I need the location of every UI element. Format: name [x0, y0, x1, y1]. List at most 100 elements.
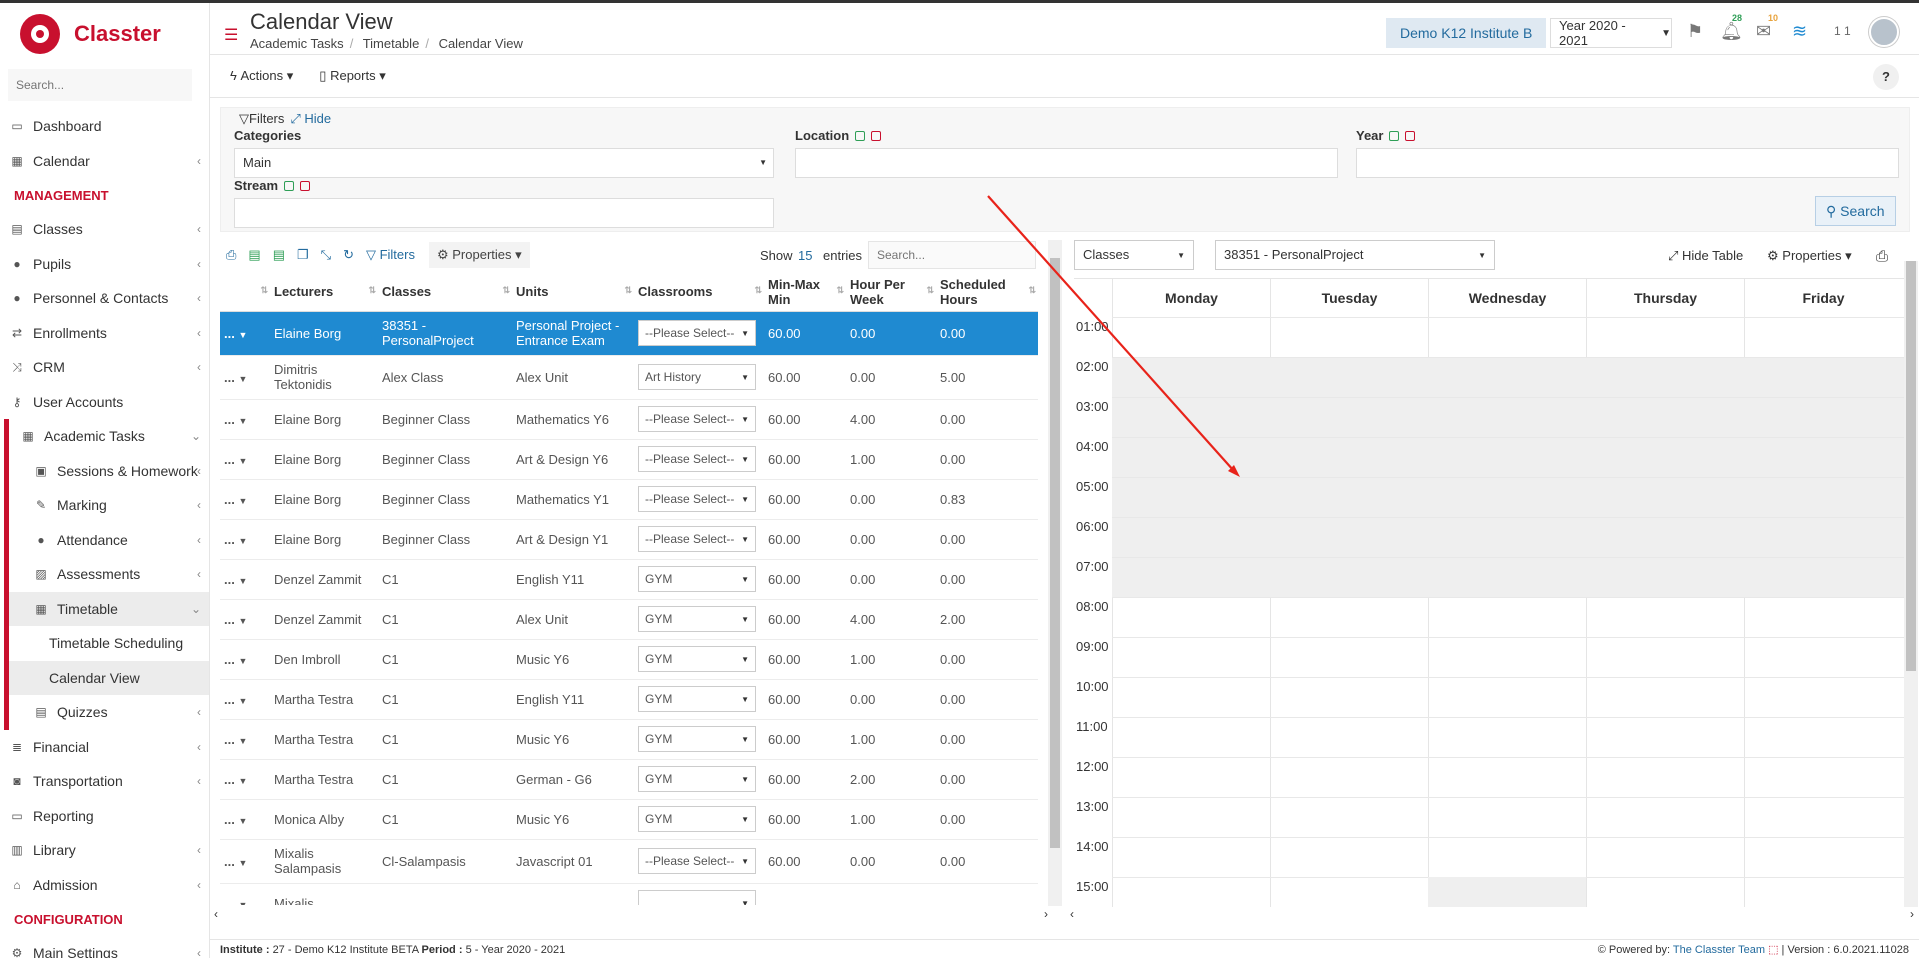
sidebar-item-assessments[interactable]: ▨ Assessments ‹ — [9, 557, 209, 592]
refresh-icon[interactable]: ↻ — [343, 247, 354, 263]
table-row[interactable]: ... ▼Martha TestraC1German - G6GYM 60.002… — [220, 759, 1038, 800]
sidebar-item-financial[interactable]: ≣ Financial ‹ — [0, 730, 209, 765]
row-actions[interactable]: ... ▼ — [220, 883, 270, 905]
row-actions[interactable]: ... ▼ — [220, 639, 270, 680]
check-all-icon[interactable] — [855, 131, 866, 141]
help-button[interactable]: ? — [1873, 64, 1899, 90]
row-actions[interactable]: ... ▼ — [220, 479, 270, 520]
hour-slot-row[interactable] — [1112, 717, 1904, 757]
sidebar-item-transportation[interactable]: ◙ Transportation ‹ — [0, 764, 209, 799]
classroom-select[interactable]: GYM — [638, 686, 756, 712]
hour-slot-row[interactable] — [1112, 317, 1904, 357]
classroom-select[interactable]: --Please Select-- — [638, 486, 756, 512]
uncheck-all-icon[interactable] — [871, 131, 882, 141]
hour-slot-row[interactable] — [1112, 797, 1904, 837]
hour-slot-row[interactable] — [1112, 437, 1904, 477]
check-all-icon[interactable] — [284, 181, 295, 191]
sidebar-item-enrollments[interactable]: ⇄ Enrollments ‹ — [0, 316, 209, 351]
caret-down-icon[interactable]: ▼ — [238, 416, 247, 426]
breadcrumb-item[interactable]: Academic Tasks — [250, 36, 344, 51]
sidebar-item-timetable-scheduling[interactable]: Timetable Scheduling — [9, 626, 209, 661]
table-properties-button[interactable]: ⚙ Properties ▾ — [428, 242, 530, 268]
row-actions[interactable]: ... ▼ — [220, 311, 270, 356]
classroom-select[interactable]: GYM — [638, 566, 756, 592]
table-row[interactable]: ... ▼Martha TestraC1Music Y6GYM 60.001.00… — [220, 719, 1038, 760]
sidebar-item-academic-tasks[interactable]: ▦ Academic Tasks ⌄ — [9, 419, 209, 454]
hour-slot-row[interactable] — [1112, 557, 1904, 597]
table-row[interactable]: ... ▼Monica AlbyC1Music Y6GYM 60.001.000.… — [220, 799, 1038, 840]
classroom-select[interactable]: GYM — [638, 726, 756, 752]
caret-down-icon[interactable]: ▼ — [238, 496, 247, 506]
table-row[interactable]: ... ▼ Dimitris Tektonidis Alex Class Alex U… — [220, 355, 1038, 400]
row-actions[interactable]: ... ▼ — [220, 399, 270, 440]
calendar-type-select[interactable]: Classes — [1074, 240, 1194, 270]
classroom-select[interactable]: --Please Select-- — [638, 526, 756, 552]
classroom-select[interactable]: --Please Select-- — [638, 446, 756, 472]
table-vertical-scrollbar[interactable] — [1048, 240, 1062, 906]
row-actions[interactable]: ... ▼ — [220, 439, 270, 480]
copy-icon[interactable]: ❐ — [297, 247, 309, 263]
calendar-vertical-scrollbar[interactable] — [1904, 261, 1918, 907]
table-search-input[interactable] — [868, 241, 1036, 269]
scroll-right-icon[interactable]: › — [1044, 907, 1048, 921]
caret-down-icon[interactable]: ▼ — [238, 900, 247, 906]
logo[interactable]: Classter — [0, 3, 209, 65]
calendar-item-select[interactable]: 38351 - PersonalProject — [1215, 240, 1495, 270]
sidebar-item-quizzes[interactable]: ▤ Quizzes ‹ — [9, 695, 209, 730]
print-icon[interactable]: ⎙ — [1876, 248, 1888, 265]
mail-icon[interactable]: ✉ 10 — [1756, 13, 1781, 42]
institute-button[interactable]: Demo K12 Institute B — [1386, 18, 1547, 48]
classroom-select[interactable]: --Please Select-- — [638, 320, 756, 346]
table-row[interactable]: ... ▼ Elaine Borg Beginner Class Mathematic… — [220, 479, 1038, 520]
hour-slot-row[interactable] — [1112, 597, 1904, 637]
table-row[interactable]: ... ▼Denzel ZammitC1English Y11GYM60.000… — [220, 559, 1038, 600]
breadcrumb-item[interactable]: Timetable — [363, 36, 420, 51]
table-filters-button[interactable]: ▽ Filters — [366, 247, 415, 263]
hour-slot-row[interactable] — [1112, 477, 1904, 517]
row-actions[interactable]: ... ▼ — [220, 799, 270, 840]
classroom-select[interactable]: GYM — [638, 766, 756, 792]
caret-down-icon[interactable]: ▼ — [238, 858, 247, 868]
table-horizontal-scrollbar[interactable]: ‹ › — [212, 907, 1050, 923]
caret-down-icon[interactable]: ▼ — [238, 776, 247, 786]
row-actions[interactable]: ... ▼ — [220, 679, 270, 720]
hour-slot-row[interactable] — [1112, 517, 1904, 557]
flag-icon[interactable]: ⚑ — [1687, 21, 1703, 42]
print-icon[interactable]: ⎙ — [226, 247, 236, 263]
table-row[interactable]: ... ▼ Elaine Borg Beginner Class Art & Desi… — [220, 519, 1038, 560]
col-minmax[interactable]: Min-Max Min — [764, 273, 846, 312]
caret-down-icon[interactable]: ▼ — [238, 816, 247, 826]
table-row[interactable]: ... ▼Denzel ZammitC1Alex UnitGYM 60.004.0… — [220, 599, 1038, 640]
sidebar-item-timetable[interactable]: ▦ Timetable ⌄ — [9, 591, 209, 626]
hide-filters-link[interactable]: ⤢ Hide — [290, 111, 331, 126]
table-row[interactable]: ... ▼Den ImbrollC1Music Y6GYM 60.001.000.… — [220, 639, 1038, 680]
caret-down-icon[interactable]: ▼ — [238, 536, 247, 546]
table-row[interactable]: ... ▼ Elaine Borg Beginner Class Mathematic… — [220, 399, 1038, 440]
user-count[interactable]: 1 1 — [1834, 24, 1851, 38]
sidebar-item-marking[interactable]: ✎ Marking ‹ — [9, 488, 209, 523]
row-actions[interactable]: ... ▼ — [220, 355, 270, 400]
uncheck-all-icon[interactable] — [1405, 131, 1416, 141]
uncheck-all-icon[interactable] — [300, 181, 311, 191]
caret-down-icon[interactable]: ▼ — [238, 330, 247, 340]
caret-down-icon[interactable]: ▼ — [238, 576, 247, 586]
caret-down-icon[interactable]: ▼ — [238, 456, 247, 466]
check-all-icon[interactable] — [1389, 131, 1400, 141]
table-row[interactable]: ... ▼Martha TestraC1English Y11GYM60.000… — [220, 679, 1038, 720]
bell-icon[interactable]: 🔔︎ 28 — [1720, 13, 1745, 42]
table-row[interactable]: ... ▼ Mixalis Salampasis Cl-Salampasis Java… — [220, 839, 1038, 884]
hour-slot-row[interactable] — [1112, 757, 1904, 797]
hour-slot-row[interactable] — [1112, 837, 1904, 877]
year-filter-select[interactable] — [1356, 148, 1899, 178]
sidebar-item-pupils[interactable]: ● Pupils ‹ — [0, 247, 209, 282]
categories-select[interactable]: Main ▼ — [234, 148, 774, 178]
col-scheduled-hours[interactable]: Scheduled Hours — [936, 273, 1038, 312]
sidebar-item-user-accounts[interactable]: ⚷ User Accounts — [0, 385, 209, 420]
hamburger-icon[interactable]: ☰ — [224, 25, 238, 45]
classroom-select[interactable]: GYM — [638, 646, 756, 672]
classroom-select[interactable]: --Please Select-- — [638, 406, 756, 432]
row-actions[interactable]: ... ▼ — [220, 839, 270, 884]
classroom-select[interactable]: GYM — [638, 606, 756, 632]
entries-count[interactable]: 15 — [798, 248, 812, 263]
sidebar-item-calendar-view[interactable]: Calendar View — [9, 660, 209, 695]
